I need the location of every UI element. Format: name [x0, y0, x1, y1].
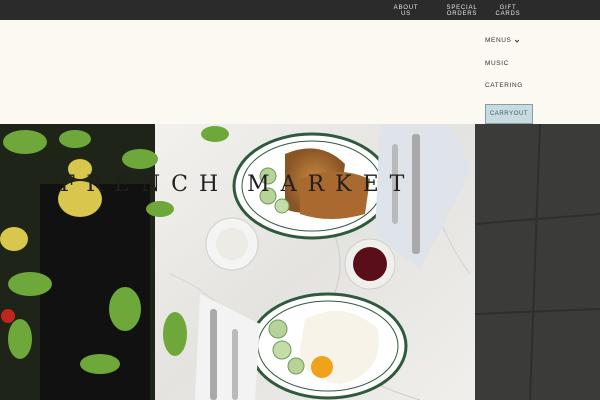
- nav-music[interactable]: MUSIC: [485, 60, 509, 67]
- carryout-label: CARRYOUT: [489, 111, 529, 117]
- nav-catering-label: CATERING: [485, 82, 523, 89]
- nav-catering[interactable]: CATERING: [485, 82, 523, 89]
- nav-music-label: MUSIC: [485, 60, 509, 67]
- hero-image: FRENCH MARKET: [0, 124, 600, 400]
- restaurant-logo-text: FRENCH MARKET: [60, 172, 416, 197]
- nav-menus-label: MENUS: [485, 37, 512, 44]
- gift-cards-link[interactable]: GIFT CARDS: [494, 5, 522, 17]
- nav-menus[interactable]: MENUS: [485, 37, 520, 44]
- about-us-link[interactable]: ABOUT US: [392, 5, 420, 17]
- top-bar: ABOUT US SPECIAL ORDERS GIFT CARDS: [0, 0, 600, 20]
- hero-photo: [0, 124, 600, 400]
- special-orders-link[interactable]: SPECIAL ORDERS: [446, 5, 478, 17]
- chevron-down-icon: [515, 39, 520, 43]
- carryout-button[interactable]: CARRYOUT: [485, 104, 533, 124]
